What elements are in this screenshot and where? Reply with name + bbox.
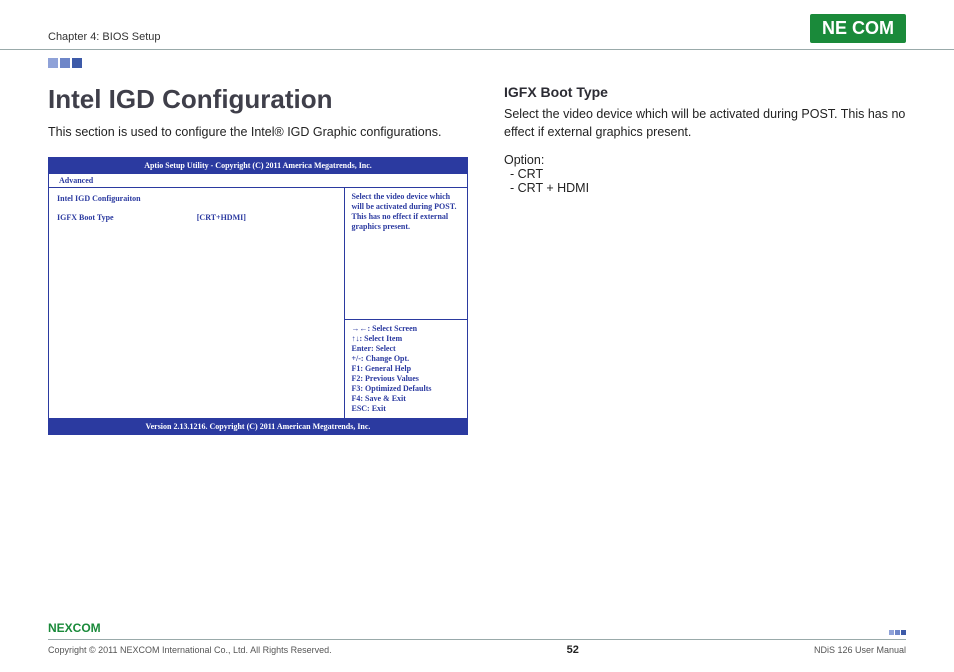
- copyright-text: Copyright © 2011 NEXCOM International Co…: [48, 645, 332, 655]
- bios-tab-advanced: Advanced: [49, 174, 467, 188]
- bios-screenshot: Aptio Setup Utility - Copyright (C) 2011…: [48, 157, 468, 435]
- bios-key: Enter: Select: [351, 344, 461, 354]
- bios-help-text: Select the video device which will be ac…: [345, 188, 467, 319]
- doc-title: NDiS 126 User Manual: [814, 645, 906, 655]
- intro-text: This section is used to configure the In…: [48, 125, 468, 139]
- bios-key: →←: Select Screen: [351, 324, 461, 334]
- bios-key: F1: General Help: [351, 364, 461, 374]
- page-header: Chapter 4: BIOS Setup NE COM: [0, 0, 954, 50]
- page-footer: NEXCOM Copyright © 2011 NEXCOM Internati…: [0, 621, 954, 656]
- bios-section-title: Intel IGD Configuraiton: [57, 194, 336, 203]
- main-content: Intel IGD Configuration This section is …: [0, 68, 954, 435]
- bios-body: Intel IGD Configuraiton IGFX Boot Type […: [49, 188, 467, 418]
- left-column: Intel IGD Configuration This section is …: [48, 84, 468, 435]
- option-item: - CRT + HDMI: [504, 181, 906, 195]
- option-item: - CRT: [504, 167, 906, 181]
- bios-right-pane: Select the video device which will be ac…: [344, 188, 467, 418]
- option-list: Option: - CRT - CRT + HDMI: [504, 153, 906, 195]
- option-label: Option:: [504, 153, 906, 167]
- bios-key: +/-: Change Opt.: [351, 354, 461, 364]
- bios-key-legend: →←: Select Screen ↑↓: Select Item Enter:…: [345, 319, 467, 418]
- bios-title-bar: Aptio Setup Utility - Copyright (C) 2011…: [49, 158, 467, 174]
- footer-accent-blocks: [889, 621, 906, 635]
- option-description: Select the video device which will be ac…: [504, 106, 906, 141]
- bios-item-label: IGFX Boot Type: [57, 213, 197, 222]
- bios-item-value: [CRT+HDMI]: [197, 213, 337, 222]
- bios-footer-bar: Version 2.13.1216. Copyright (C) 2011 Am…: [49, 418, 467, 434]
- footer-line: Copyright © 2011 NEXCOM International Co…: [48, 639, 906, 656]
- bios-key: ↑↓: Select Item: [351, 334, 461, 344]
- page-number: 52: [567, 644, 579, 656]
- footer-brand-logo: NEXCOM: [48, 621, 101, 635]
- bios-key: F4: Save & Exit: [351, 394, 461, 404]
- brand-logo: NE COM: [810, 14, 906, 43]
- page-title: Intel IGD Configuration: [48, 84, 468, 115]
- footer-logo-row: NEXCOM: [48, 621, 906, 639]
- bios-key: F3: Optimized Defaults: [351, 384, 461, 394]
- chapter-label: Chapter 4: BIOS Setup: [48, 31, 161, 43]
- right-column: IGFX Boot Type Select the video device w…: [504, 84, 906, 435]
- bios-left-pane: Intel IGD Configuraiton IGFX Boot Type […: [49, 188, 344, 418]
- bios-key: F2: Previous Values: [351, 374, 461, 384]
- accent-blocks: [0, 50, 954, 68]
- option-heading: IGFX Boot Type: [504, 84, 906, 100]
- bios-key: ESC: Exit: [351, 404, 461, 414]
- bios-item-row: IGFX Boot Type [CRT+HDMI]: [57, 213, 336, 222]
